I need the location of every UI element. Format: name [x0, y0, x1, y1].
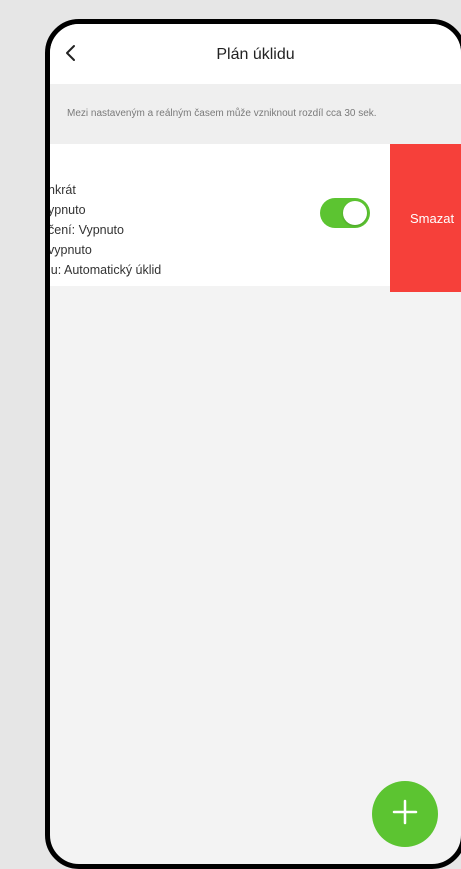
time-notice: Mezi nastaveným a reálným časem může vzn… [50, 84, 461, 144]
app-header: Plán úklidu [50, 24, 461, 84]
phone-frame: Plán úklidu Mezi nastaveným a reálným ča… [45, 19, 461, 869]
schedule-line: lu: Automatický úklid [48, 263, 162, 277]
plus-icon [392, 799, 418, 830]
schedule-toggle[interactable] [320, 198, 370, 228]
schedule-line: ypnuto [48, 203, 86, 217]
schedule-line: nkrát [48, 183, 76, 197]
schedule-row[interactable]: nkrát ypnuto čení: Vypnuto vypnuto lu: A… [50, 144, 390, 286]
schedule-line: čení: Vypnuto [48, 223, 124, 237]
toggle-knob [343, 201, 367, 225]
schedule-details: nkrát ypnuto čení: Vypnuto vypnuto lu: A… [48, 180, 162, 280]
schedule-line: vypnuto [48, 243, 92, 257]
add-schedule-button[interactable] [372, 781, 438, 847]
page-title: Plán úklidu [216, 46, 295, 63]
delete-button[interactable]: Smazat [390, 144, 461, 292]
